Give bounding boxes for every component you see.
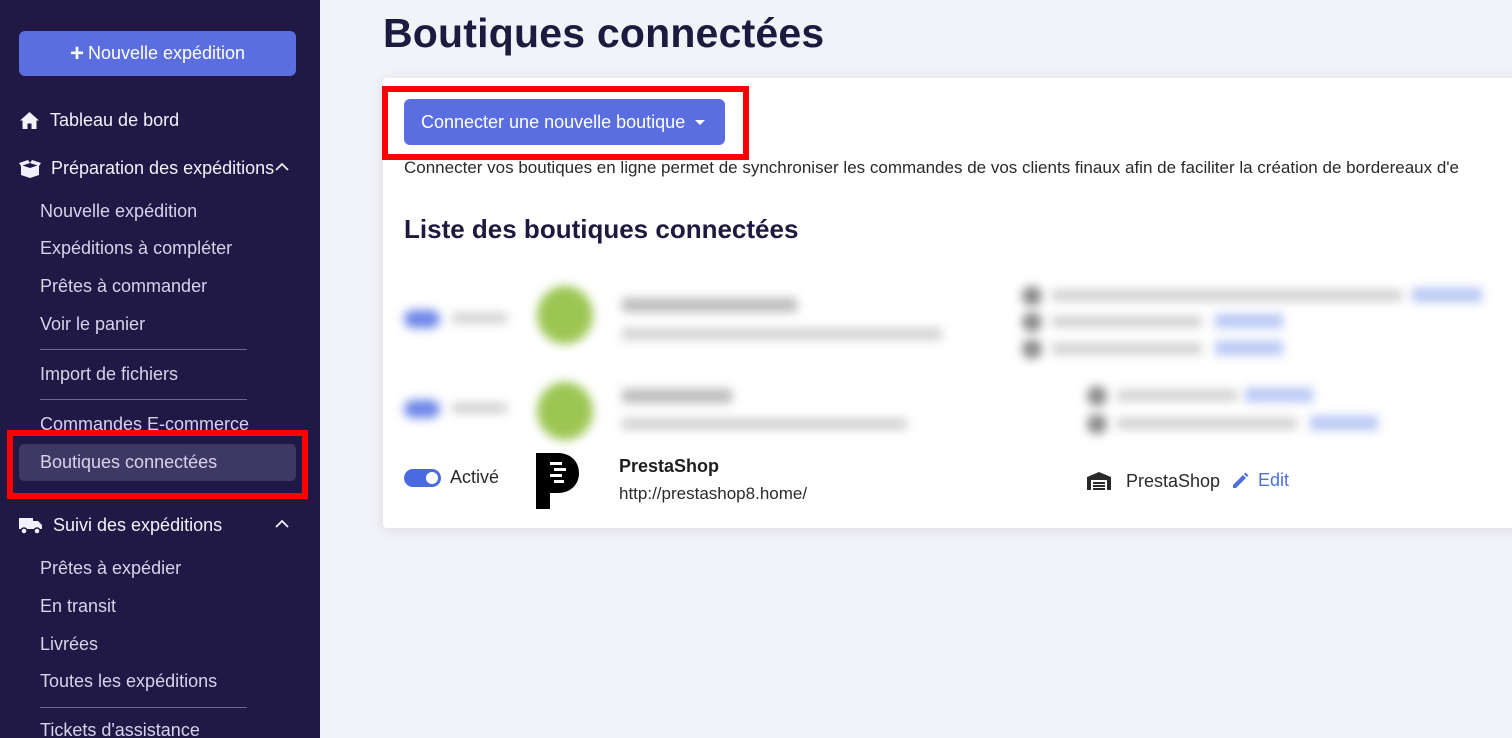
divider bbox=[40, 707, 247, 708]
description-text: Connecter vos boutiques en ligne permet … bbox=[404, 158, 1460, 177]
blurred-text bbox=[1052, 316, 1202, 327]
blurred-text bbox=[1052, 343, 1202, 354]
sidebar-item-tracking[interactable]: Suivi des expéditions bbox=[19, 515, 289, 536]
blurred-text bbox=[622, 328, 942, 340]
new-shipment-button[interactable]: + Nouvelle expédition bbox=[19, 31, 296, 76]
sidebar-item-support-tickets[interactable]: Tickets d'assistance bbox=[40, 720, 200, 738]
blurred-logo bbox=[537, 286, 593, 344]
shop-active-toggle[interactable] bbox=[404, 469, 441, 487]
blurred-link bbox=[1245, 388, 1313, 402]
blurred-link bbox=[1215, 341, 1283, 355]
blurred-toggle bbox=[404, 400, 440, 418]
sidebar-item-in-transit[interactable]: En transit bbox=[40, 596, 116, 617]
sidebar: + Nouvelle expédition Tableau de bord Pr… bbox=[0, 0, 320, 738]
shop-platform: PrestaShop bbox=[1126, 471, 1221, 491]
blurred-logo bbox=[537, 382, 593, 440]
box-open-icon bbox=[19, 159, 41, 178]
caret-down-icon bbox=[695, 119, 706, 125]
list-title: Liste des boutiques connectées bbox=[404, 214, 799, 244]
blurred-text bbox=[452, 313, 507, 323]
shop-name: PrestaShop bbox=[619, 456, 720, 476]
sidebar-item-preparation[interactable]: Préparation des expéditions bbox=[19, 158, 289, 179]
blurred-toggle bbox=[404, 310, 440, 328]
blurred-link bbox=[1310, 416, 1378, 430]
blurred-icon bbox=[1022, 286, 1042, 306]
blurred-icon bbox=[1022, 312, 1042, 332]
blurred-link bbox=[1412, 288, 1482, 302]
chevron-up-icon[interactable] bbox=[275, 162, 289, 171]
sidebar-item-ready-to-order[interactable]: Prêtes à commander bbox=[40, 276, 207, 297]
prestashop-logo bbox=[536, 453, 579, 509]
shop-url: http://prestashop8.home/ bbox=[619, 484, 808, 503]
sidebar-item-all-shipments[interactable]: Toutes les expéditions bbox=[40, 671, 217, 692]
divider bbox=[40, 349, 247, 350]
blurred-text bbox=[622, 298, 797, 312]
truck-icon bbox=[19, 518, 42, 535]
tracking-label: Suivi des expéditions bbox=[53, 515, 223, 535]
edit-link[interactable]: Edit bbox=[1231, 470, 1289, 491]
shop-status-label: Activé bbox=[450, 467, 500, 487]
new-shipment-label: Nouvelle expédition bbox=[87, 43, 246, 63]
blurred-icon bbox=[1022, 339, 1042, 359]
blurred-icon bbox=[1087, 414, 1107, 434]
connect-new-shop-label: Connecter une nouvelle boutique bbox=[421, 111, 686, 132]
divider bbox=[40, 399, 247, 400]
home-icon bbox=[20, 112, 39, 129]
blurred-text bbox=[1117, 390, 1237, 401]
blurred-text bbox=[452, 403, 507, 413]
blurred-text bbox=[1117, 418, 1297, 429]
preparation-label: Préparation des expéditions bbox=[51, 158, 275, 178]
blurred-text bbox=[622, 389, 732, 403]
warehouse-icon bbox=[1087, 472, 1111, 490]
sidebar-item-new-shipment[interactable]: Nouvelle expédition bbox=[40, 201, 197, 222]
sidebar-item-import[interactable]: Import de fichiers bbox=[40, 364, 178, 385]
chevron-up-icon[interactable] bbox=[275, 519, 289, 528]
sidebar-item-connected-shops[interactable]: Boutiques connectées bbox=[40, 452, 217, 473]
blurred-icon bbox=[1087, 386, 1107, 406]
blurred-link bbox=[1215, 314, 1283, 328]
connect-new-shop-button[interactable]: Connecter une nouvelle boutique bbox=[404, 99, 725, 145]
sidebar-item-cart[interactable]: Voir le panier bbox=[40, 314, 145, 335]
sidebar-item-ecommerce-orders[interactable]: Commandes E-commerce bbox=[40, 414, 249, 435]
page-title: Boutiques connectées bbox=[383, 10, 825, 56]
edit-label: Edit bbox=[1258, 470, 1290, 490]
dashboard-label: Tableau de bord bbox=[50, 110, 180, 130]
sidebar-item-ready-to-ship[interactable]: Prêtes à expédier bbox=[40, 558, 181, 579]
blurred-text bbox=[1052, 290, 1402, 301]
plus-icon: + bbox=[69, 39, 84, 67]
sidebar-item-to-complete[interactable]: Expéditions à compléter bbox=[40, 238, 232, 259]
sidebar-item-dashboard[interactable]: Tableau de bord bbox=[19, 110, 179, 131]
sidebar-item-delivered[interactable]: Livrées bbox=[40, 634, 98, 655]
blurred-text bbox=[622, 418, 907, 430]
pencil-icon bbox=[1233, 472, 1249, 488]
